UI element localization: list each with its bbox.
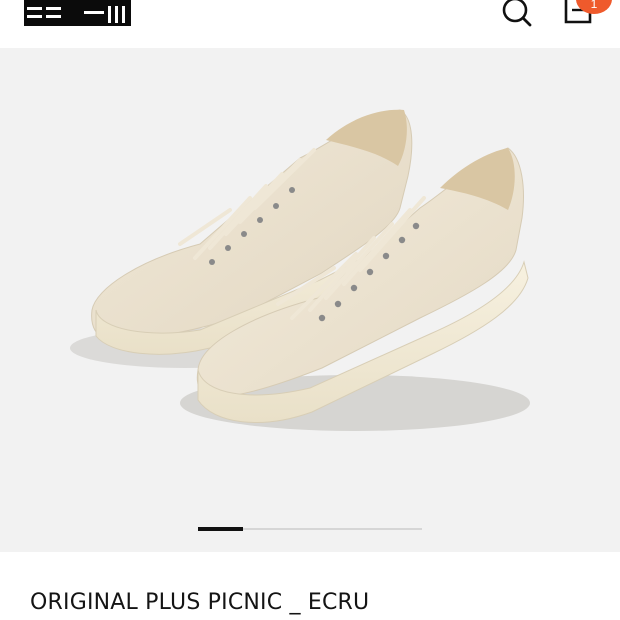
cart-count-badge: 1 <box>576 0 612 14</box>
brand-logo[interactable] <box>24 0 131 26</box>
logo-mark <box>24 0 131 26</box>
top-bar: 1 <box>0 0 620 48</box>
search-button[interactable] <box>497 0 533 30</box>
search-icon <box>502 0 532 27</box>
cart-count-text: 1 <box>590 0 598 11</box>
product-title: ORIGINAL PLUS PICNIC _ ECRU <box>30 590 370 615</box>
product-photo-sneakers <box>70 109 530 431</box>
product-gallery[interactable] <box>0 48 620 552</box>
image-pager-current[interactable] <box>198 527 243 531</box>
